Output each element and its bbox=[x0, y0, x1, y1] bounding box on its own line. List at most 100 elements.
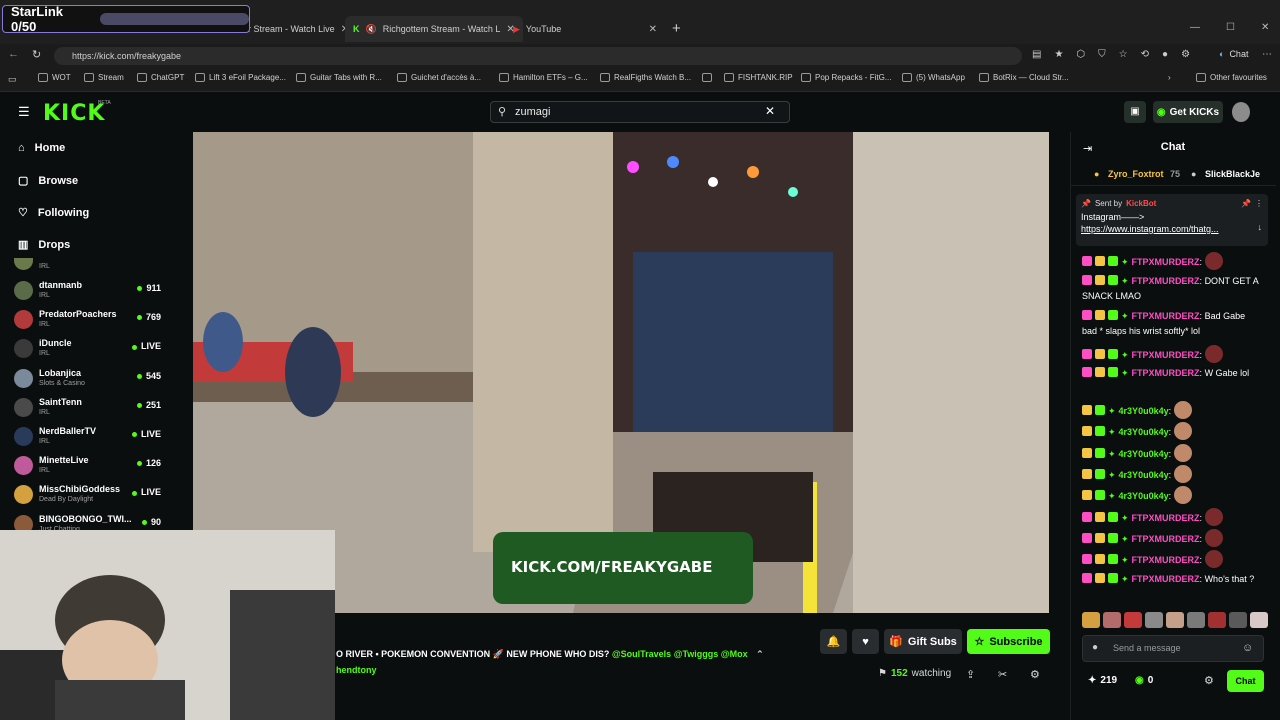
maximize-icon[interactable]: ☐ bbox=[1226, 22, 1235, 33]
chat-send-button[interactable]: Chat bbox=[1227, 670, 1264, 692]
chat-username[interactable]: 4r3Y0u0k4y bbox=[1119, 406, 1169, 416]
url-input[interactable]: https://kick.com/freakygabe bbox=[54, 47, 1022, 65]
copilot-button[interactable]: ◐ Chat bbox=[1219, 49, 1248, 59]
refresh-icon[interactable]: ↻ bbox=[32, 48, 41, 61]
bookmark-item[interactable]: Guitar Tabs with R... bbox=[296, 73, 382, 82]
sidebar-channel[interactable]: Lobanjica Slots & Casino 545 bbox=[14, 368, 164, 396]
pinned-link[interactable]: https://www.instagram.com/thatg... bbox=[1081, 224, 1263, 234]
sidebar-channel[interactable]: dtanmanb IRL 911 bbox=[14, 280, 164, 308]
chat-username[interactable]: FTPXMURDERZ bbox=[1132, 368, 1200, 378]
new-tab-icon[interactable]: + bbox=[672, 20, 681, 37]
bookmark-item[interactable]: (5) WhatsApp bbox=[902, 73, 965, 82]
top-gifter-name[interactable]: Zyro_Foxtrot bbox=[1108, 169, 1164, 179]
settings-icon[interactable]: ⚙ bbox=[1030, 668, 1040, 681]
clear-search-icon[interactable]: ✕ bbox=[765, 104, 775, 118]
pinned-sender[interactable]: KickBot bbox=[1126, 199, 1156, 208]
search-input[interactable]: zumagi bbox=[490, 101, 790, 123]
sidebar-channel[interactable]: SaintTenn IRL 251 bbox=[14, 397, 164, 425]
top-gifter-name[interactable]: SlickBlackJe bbox=[1205, 169, 1260, 179]
more-icon[interactable]: ⋮ bbox=[1255, 199, 1263, 208]
chat-username[interactable]: FTPXMURDERZ bbox=[1132, 555, 1200, 565]
library-icon[interactable]: ▣ bbox=[1124, 101, 1146, 123]
bookmark-item[interactable] bbox=[702, 73, 712, 82]
avatar[interactable] bbox=[1232, 102, 1250, 122]
emote-icon[interactable] bbox=[1145, 612, 1163, 628]
tabs-icon[interactable]: ▭ bbox=[8, 74, 17, 85]
extension-icon[interactable]: ⬡ bbox=[1076, 49, 1085, 60]
notification-bell-button[interactable]: 🔔 bbox=[820, 629, 847, 654]
kicks-balance[interactable]: ◉ 0 bbox=[1135, 675, 1153, 686]
emote-icon[interactable] bbox=[1250, 612, 1268, 628]
sidebar-channel[interactable]: NerdBallerTV IRL LIVE bbox=[14, 426, 164, 454]
sidebar-channel[interactable]: PredatorPoachers IRL 769 bbox=[14, 309, 164, 337]
subscribe-button[interactable]: ☆ Subscribe bbox=[967, 629, 1050, 654]
close-window-icon[interactable]: ✕ bbox=[1261, 22, 1269, 33]
chat-username[interactable]: 4r3Y0u0k4y bbox=[1119, 470, 1169, 480]
chevron-up-icon[interactable]: ⌃ bbox=[756, 649, 764, 659]
stream-subline[interactable]: hendtony bbox=[336, 665, 377, 675]
browser-tab-1[interactable]: r Stream - Watch Live✕ bbox=[240, 16, 357, 42]
sidebar-item-drops[interactable]: ▥ Drops bbox=[18, 238, 70, 252]
close-icon[interactable]: ✕ bbox=[649, 24, 657, 35]
bookmark-item[interactable]: FISHTANK.RIP bbox=[724, 73, 793, 82]
shield-icon[interactable]: ⛉ bbox=[1098, 49, 1106, 60]
browser-tab-2[interactable]: K 🔇 Richgottem Stream - Watch L ✕ bbox=[345, 16, 523, 42]
chat-username[interactable]: 4r3Y0u0k4y bbox=[1119, 449, 1169, 459]
stream-title-tags[interactable]: @SoulTravels @Twigggs @Mox bbox=[612, 649, 748, 659]
follow-button[interactable]: ♥ bbox=[852, 629, 879, 654]
chat-username[interactable]: 4r3Y0u0k4y bbox=[1119, 427, 1169, 437]
emote-icon[interactable] bbox=[1166, 612, 1184, 628]
chat-username[interactable]: 4r3Y0u0k4y bbox=[1119, 491, 1169, 501]
chat-username[interactable]: FTPXMURDERZ bbox=[1132, 257, 1200, 267]
sidebar-item-home[interactable]: ⌂ Home bbox=[18, 142, 65, 154]
clip-icon[interactable]: ✂ bbox=[998, 668, 1007, 681]
emoji-icon[interactable]: ☺ bbox=[1242, 642, 1253, 654]
browser-tab-3[interactable]: ▶ YouTube ✕ bbox=[505, 16, 665, 42]
other-favourites[interactable]: Other favourites bbox=[1196, 73, 1267, 82]
chat-message-input[interactable]: Send a message bbox=[1082, 635, 1264, 662]
bookmark-item[interactable]: Hamilton ETFs – G... bbox=[499, 73, 588, 82]
chat-username[interactable]: FTPXMURDERZ bbox=[1132, 276, 1200, 286]
emote-icon[interactable] bbox=[1082, 612, 1100, 628]
chat-username[interactable]: FTPXMURDERZ bbox=[1132, 311, 1200, 321]
share-icon[interactable]: ⇪ bbox=[966, 668, 975, 681]
kick-points[interactable]: ✦ 219 bbox=[1088, 675, 1117, 686]
bookmark-item[interactable]: Lift 3 eFoil Package... bbox=[195, 73, 286, 82]
menu-icon[interactable]: ☰ bbox=[18, 104, 30, 120]
sidebar-channel[interactable]: iDuncle IRL LIVE bbox=[14, 338, 164, 366]
pin-icon[interactable]: 📌 bbox=[1241, 199, 1251, 208]
kick-logo[interactable]: KICK bbox=[43, 101, 105, 126]
more-icon[interactable]: ⋯ bbox=[1262, 49, 1272, 60]
emote-icon[interactable] bbox=[1229, 612, 1247, 628]
gift-subs-button[interactable]: 🎁 Gift Subs bbox=[884, 629, 962, 654]
bookmark-item[interactable]: WOT bbox=[38, 73, 71, 82]
favorites-icon[interactable]: ☆ bbox=[1119, 49, 1128, 60]
chat-settings-icon[interactable]: ⚙ bbox=[1204, 674, 1214, 687]
sidebar-item-following[interactable]: ♡ Following bbox=[18, 206, 89, 220]
chat-username[interactable]: FTPXMURDERZ bbox=[1132, 350, 1200, 360]
bookmark-item[interactable]: ChatGPT bbox=[137, 73, 184, 82]
chat-username[interactable]: FTPXMURDERZ bbox=[1132, 534, 1200, 544]
chat-username[interactable]: FTPXMURDERZ bbox=[1132, 574, 1200, 584]
emote-icon[interactable] bbox=[1187, 612, 1205, 628]
emote-icon[interactable] bbox=[1208, 612, 1226, 628]
chat-rules-icon[interactable]: ● bbox=[1092, 642, 1098, 653]
sidebar-item-browse[interactable]: ▢ Browse bbox=[18, 174, 78, 188]
bookmark-item[interactable]: BotRix — Cloud Str... bbox=[979, 73, 1069, 82]
mute-icon[interactable]: 🔇 bbox=[366, 24, 377, 35]
profile-icon[interactable]: ● bbox=[1162, 49, 1168, 60]
emote-icon[interactable] bbox=[1103, 612, 1121, 628]
get-kicks-button[interactable]: ◉ Get KICKs bbox=[1153, 101, 1223, 123]
reader-icon[interactable]: ▤ bbox=[1032, 49, 1041, 60]
minimize-icon[interactable]: — bbox=[1190, 22, 1200, 33]
bookmark-item[interactable]: Pop Repacks - FitG... bbox=[801, 73, 891, 82]
sidebar-channel[interactable]: MinetteLive IRL 126 bbox=[14, 455, 164, 483]
bookmark-item[interactable]: RealFigths Watch B... bbox=[600, 73, 691, 82]
chat-username[interactable]: FTPXMURDERZ bbox=[1132, 513, 1200, 523]
bookmark-item[interactable]: Guichet d'accès à... bbox=[397, 73, 481, 82]
chevron-right-icon[interactable]: › bbox=[1168, 73, 1171, 82]
sidebar-channel[interactable]: MissChibiGoddess Dead By Daylight LIVE bbox=[14, 484, 164, 512]
history-icon[interactable]: ⟲ bbox=[1141, 49, 1149, 60]
emote-icon[interactable] bbox=[1124, 612, 1142, 628]
star-icon[interactable]: ★ bbox=[1054, 49, 1063, 60]
